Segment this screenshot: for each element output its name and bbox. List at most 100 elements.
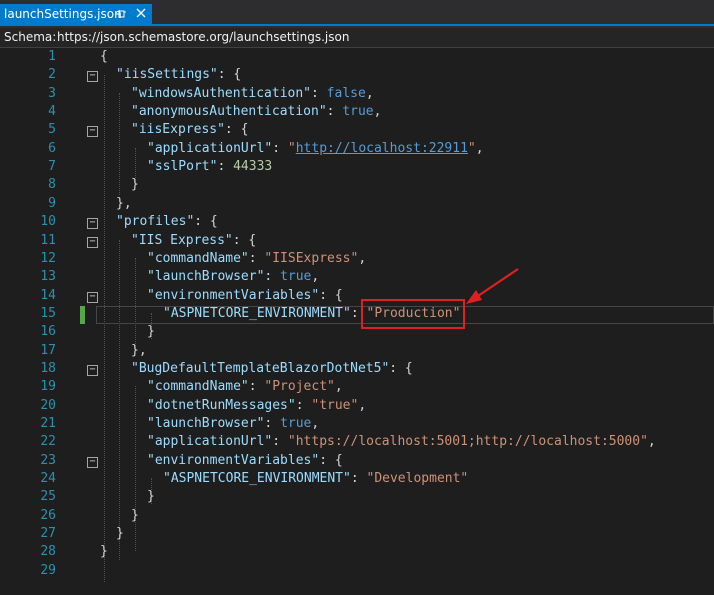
code-line: 20 "dotnetRunMessages": "true", <box>0 397 714 415</box>
code-text[interactable]: } <box>131 176 139 194</box>
fold-toggle[interactable]: − <box>87 71 98 83</box>
code-text[interactable]: "commandName": "Project", <box>147 378 343 396</box>
code-text[interactable]: } <box>131 507 139 525</box>
schema-label: Schema: <box>4 30 57 44</box>
line-number: 23 <box>40 452 56 468</box>
code-line: 26 } <box>0 507 714 525</box>
code-line: 29 <box>0 562 714 580</box>
code-text[interactable]: "windowsAuthentication": false, <box>131 85 374 103</box>
tab-launchsettings[interactable]: launchSettings.json <box>0 4 152 24</box>
url-link: http://localhost:22911 <box>295 140 468 156</box>
code-line: 8 } <box>0 176 714 194</box>
code-text[interactable]: "IIS Express": { <box>131 232 256 250</box>
code-line: 6 "applicationUrl": "http://localhost:22… <box>0 140 714 158</box>
code-line: 12 "commandName": "IISExpress", <box>0 250 714 268</box>
code-line: 28 } <box>0 543 714 561</box>
code-line: 5 − "iisExpress": { <box>0 121 714 139</box>
code-line: 2 − "iisSettings": { <box>0 66 714 84</box>
code-text[interactable]: "profiles": { <box>116 213 218 231</box>
line-number: 28 <box>40 544 56 560</box>
tab-underline <box>0 24 714 26</box>
line-number: 9 <box>48 195 56 211</box>
code-line: 13 "launchBrowser": true, <box>0 268 714 286</box>
code-text[interactable]: "applicationUrl": "https://localhost:500… <box>147 433 656 451</box>
line-number: 17 <box>40 342 56 358</box>
tab-title: launchSettings.json <box>4 7 122 21</box>
line-number: 6 <box>48 140 56 156</box>
code-text[interactable]: }, <box>116 195 132 213</box>
line-number: 29 <box>40 562 56 578</box>
code-line: 11 − "IIS Express": { <box>0 232 714 250</box>
line-number: 4 <box>48 104 56 120</box>
line-number: 27 <box>40 526 56 542</box>
line-number: 19 <box>40 379 56 395</box>
code-text[interactable]: } <box>100 543 108 561</box>
fold-toggle[interactable]: − <box>87 218 98 230</box>
code-line: 15 "ASPNETCORE_ENVIRONMENT": "Production… <box>0 305 714 323</box>
code-text[interactable]: "iisSettings": { <box>116 66 241 84</box>
code-line: 14 − "environmentVariables": { <box>0 287 714 305</box>
line-number: 25 <box>40 489 56 505</box>
code-text[interactable]: "applicationUrl": "http://localhost:2291… <box>147 140 484 158</box>
code-text[interactable]: "BugDefaultTemplateBlazorDotNet5": { <box>131 360 413 378</box>
fold-toggle[interactable]: − <box>87 364 98 376</box>
fold-toggle[interactable]: − <box>87 291 98 303</box>
code-text[interactable]: } <box>147 323 155 341</box>
line-number: 20 <box>40 397 56 413</box>
line-number: 1 <box>48 49 56 64</box>
code-line: 24 "ASPNETCORE_ENVIRONMENT": "Developmen… <box>0 470 714 488</box>
code-text[interactable]: "sslPort": 44333 <box>147 158 272 176</box>
code-line: 22 "applicationUrl": "https://localhost:… <box>0 433 714 451</box>
code-line: 19 "commandName": "Project", <box>0 378 714 396</box>
code-text[interactable]: "environmentVariables": { <box>147 287 343 305</box>
line-number: 14 <box>40 287 56 303</box>
code-text[interactable]: "anonymousAuthentication": true, <box>131 103 381 121</box>
close-icon[interactable] <box>136 8 146 18</box>
code-text[interactable]: { <box>100 48 108 66</box>
annotation-highlight-box <box>361 299 465 329</box>
code-line: 9 }, <box>0 195 714 213</box>
schema-url[interactable]: https://json.schemastore.org/launchsetti… <box>57 30 349 44</box>
line-number: 2 <box>48 67 56 83</box>
code-editor[interactable]: 1 { 2 − "iisSettings": { 3 "windowsAuthe… <box>0 48 714 595</box>
fold-toggle[interactable]: − <box>87 126 98 138</box>
code-text[interactable]: "commandName": "IISExpress", <box>147 250 366 268</box>
code-line: 4 "anonymousAuthentication": true, <box>0 103 714 121</box>
fold-toggle[interactable]: − <box>87 456 98 468</box>
code-text[interactable]: "environmentVariables": { <box>147 452 343 470</box>
line-number: 8 <box>48 177 56 193</box>
code-text[interactable]: "ASPNETCORE_ENVIRONMENT": "Development" <box>163 470 468 488</box>
code-line: 27 } <box>0 525 714 543</box>
code-line: 17 }, <box>0 342 714 360</box>
code-line: 23 − "environmentVariables": { <box>0 452 714 470</box>
pin-icon[interactable] <box>115 8 127 20</box>
code-line: 16 } <box>0 323 714 341</box>
line-number: 11 <box>40 232 56 248</box>
fold-toggle[interactable]: − <box>87 236 98 248</box>
code-line: 21 "launchBrowser": true, <box>0 415 714 433</box>
schema-bar: Schema: https://json.schemastore.org/lau… <box>0 28 714 48</box>
document-tab-bar: launchSettings.json <box>0 0 714 28</box>
line-number: 21 <box>40 416 56 431</box>
line-number: 3 <box>48 85 56 101</box>
code-text[interactable]: "launchBrowser": true, <box>147 268 319 286</box>
line-number: 26 <box>40 507 56 523</box>
code-line: 18 − "BugDefaultTemplateBlazorDotNet5": … <box>0 360 714 378</box>
code-text[interactable]: } <box>116 525 124 543</box>
code-text[interactable]: "dotnetRunMessages": "true", <box>147 397 366 415</box>
line-number: 13 <box>40 269 56 285</box>
code-line: 1 { <box>0 48 714 66</box>
code-line: 7 "sslPort": 44333 <box>0 158 714 176</box>
line-number: 12 <box>40 250 56 266</box>
code-text[interactable]: } <box>147 488 155 506</box>
line-number: 18 <box>40 360 56 376</box>
line-number: 5 <box>48 122 56 138</box>
code-text[interactable]: }, <box>131 342 147 360</box>
line-number: 7 <box>48 159 56 175</box>
line-number: 24 <box>40 471 56 487</box>
line-number: 10 <box>40 214 56 230</box>
code-text[interactable]: "launchBrowser": true, <box>147 415 319 433</box>
code-text[interactable]: "iisExpress": { <box>131 121 248 139</box>
code-line: 10 − "profiles": { <box>0 213 714 231</box>
code-line: 25 } <box>0 488 714 506</box>
